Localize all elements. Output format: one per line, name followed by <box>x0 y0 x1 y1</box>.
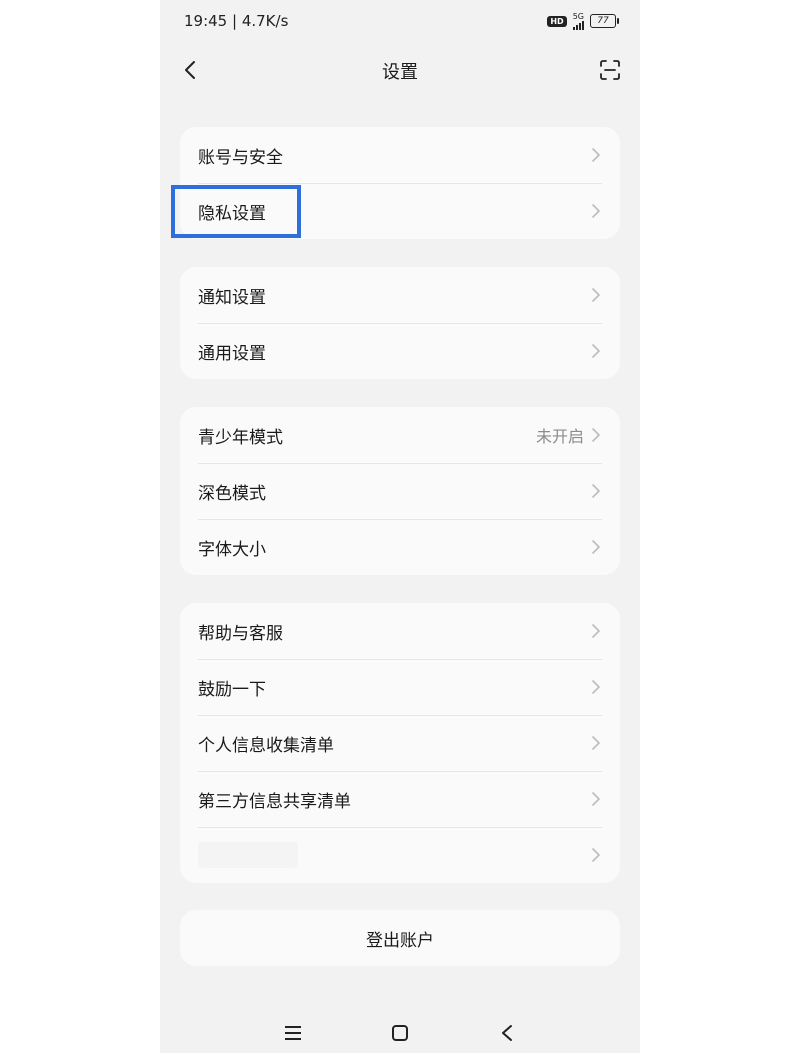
chevron-right-icon <box>592 847 602 863</box>
status-time-speed: 19:45 | 4.7K/s <box>184 12 289 30</box>
menu-button[interactable] <box>278 1018 308 1048</box>
settings-item-dark-mode[interactable]: 深色模式 <box>180 463 620 519</box>
system-navigation-bar <box>160 1012 640 1053</box>
settings-item-help-support[interactable]: 帮助与客服 <box>180 603 620 659</box>
settings-item-notifications[interactable]: 通知设置 <box>180 267 620 323</box>
chevron-right-icon <box>592 147 602 163</box>
settings-item-third-party-list[interactable]: 第三方信息共享清单 <box>180 771 620 827</box>
chevron-right-icon <box>592 539 602 555</box>
chevron-right-icon <box>592 791 602 807</box>
settings-item-font-size[interactable]: 字体大小 <box>180 519 620 575</box>
battery-icon: 77 <box>590 14 619 28</box>
home-button[interactable] <box>385 1018 415 1048</box>
settings-item-label: 隐私设置 <box>198 203 266 224</box>
redacted-label-placeholder <box>198 842 298 868</box>
settings-item-general[interactable]: 通用设置 <box>180 323 620 379</box>
settings-item-label: 个人信息收集清单 <box>198 735 334 756</box>
settings-item-encourage[interactable]: 鼓励一下 <box>180 659 620 715</box>
settings-item-label: 青少年模式 <box>198 427 283 448</box>
chevron-right-icon <box>592 427 602 443</box>
chevron-right-icon <box>592 623 602 639</box>
scan-button[interactable] <box>594 54 626 86</box>
status-bar: 19:45 | 4.7K/s HD 5G 77 <box>160 0 640 42</box>
scan-icon <box>600 60 620 80</box>
settings-item-label: 帮助与客服 <box>198 623 283 644</box>
settings-item-label <box>198 842 592 868</box>
settings-item-label: 鼓励一下 <box>198 679 266 700</box>
hd-icon: HD <box>547 15 567 27</box>
phone-screen: 19:45 | 4.7K/s HD 5G 77 设置 账号与安全 隐私设置 通知… <box>160 0 640 1053</box>
settings-group-account: 账号与安全 隐私设置 <box>180 127 620 239</box>
system-back-button[interactable] <box>492 1018 522 1048</box>
chevron-right-icon <box>592 483 602 499</box>
chevron-right-icon <box>592 287 602 303</box>
settings-group-help: 帮助与客服 鼓励一下 个人信息收集清单 第三方信息共享清单 <box>180 603 620 883</box>
status-icons: HD 5G 77 <box>547 11 619 30</box>
chevron-right-icon <box>592 735 602 751</box>
settings-item-label: 账号与安全 <box>198 147 283 168</box>
top-nav-bar: 设置 <box>160 48 640 92</box>
settings-item-account-security[interactable]: 账号与安全 <box>180 127 620 183</box>
settings-item-label: 通知设置 <box>198 287 266 308</box>
settings-item-value: 未开启 <box>535 427 584 446</box>
chevron-right-icon <box>592 343 602 359</box>
menu-icon <box>285 1025 302 1040</box>
settings-item-personal-info-list[interactable]: 个人信息收集清单 <box>180 715 620 771</box>
settings-item-label: 第三方信息共享清单 <box>198 791 351 812</box>
settings-item-redacted[interactable] <box>180 827 620 883</box>
home-square-icon <box>391 1024 408 1041</box>
settings-item-label: 字体大小 <box>198 539 266 560</box>
signal-icon: 5G <box>572 11 584 30</box>
page-title: 设置 <box>382 62 418 83</box>
settings-group-display: 青少年模式 未开启 深色模式 字体大小 <box>180 407 620 575</box>
settings-item-teen-mode[interactable]: 青少年模式 未开启 <box>180 407 620 463</box>
back-triangle-icon <box>501 1024 512 1041</box>
logout-button[interactable]: 登出账户 <box>180 910 620 966</box>
chevron-right-icon <box>592 203 602 219</box>
settings-group-general: 通知设置 通用设置 <box>180 267 620 379</box>
settings-item-label: 深色模式 <box>198 483 266 504</box>
settings-item-privacy[interactable]: 隐私设置 <box>180 183 620 239</box>
settings-item-label: 通用设置 <box>198 343 266 364</box>
chevron-right-icon <box>592 679 602 695</box>
network-type-label: 5G <box>572 11 584 21</box>
